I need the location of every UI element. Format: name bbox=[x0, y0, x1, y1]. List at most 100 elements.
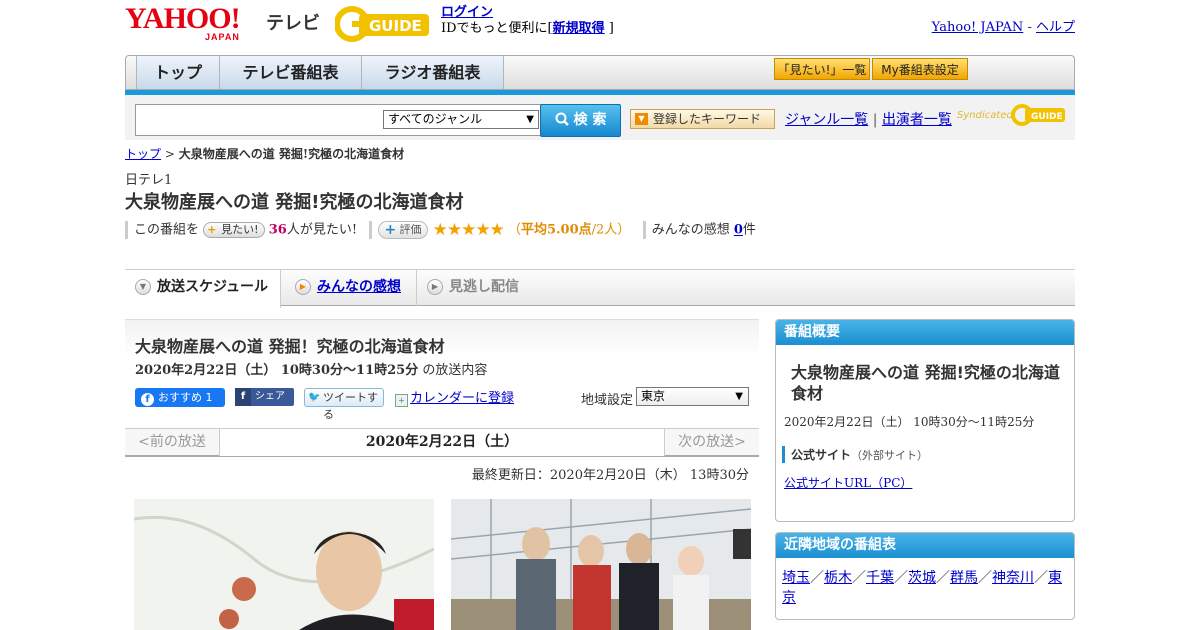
facebook-recommend-button[interactable]: f おすすめ 1 bbox=[135, 388, 225, 407]
next-broadcast-button[interactable]: 次の放送> bbox=[664, 429, 759, 456]
svg-text:GUIDE: GUIDE bbox=[1031, 112, 1063, 122]
tab-catchup[interactable]: ▶ 見逃し配信 bbox=[417, 270, 557, 306]
search-links-separator: | bbox=[872, 112, 878, 128]
yahoo-japan-logo[interactable]: YAHOO! JAPAN bbox=[125, 2, 241, 43]
broadcast-datetime-suffix: の放送内容 bbox=[422, 363, 488, 378]
keyword-button-label: 登録したキーワード bbox=[653, 112, 762, 126]
divider bbox=[369, 221, 373, 239]
region-link-saitama[interactable]: 埼玉 bbox=[782, 570, 810, 586]
official-site-url-link[interactable]: 公式サイトURL（PC） bbox=[784, 476, 912, 490]
nearby-region-links: 埼玉／栃木／千葉／茨城／群馬／神奈川／東京 bbox=[782, 568, 1070, 608]
rating-stars: ★★★★★ bbox=[432, 220, 505, 240]
tab-broadcast-schedule[interactable]: ▼ 放送スケジュール bbox=[125, 270, 281, 308]
rate-button[interactable]: 評価 bbox=[378, 221, 429, 239]
tab-reviews[interactable]: ▶ みんなの感想 bbox=[281, 270, 417, 306]
region-link-gunma[interactable]: 群馬 bbox=[950, 570, 978, 586]
facebook-icon: f bbox=[235, 388, 251, 406]
breadcrumb-separator: > bbox=[164, 147, 175, 161]
facebook-share-button[interactable]: f シェア bbox=[235, 388, 294, 406]
top-links: Yahoo! JAPAN - ヘルプ bbox=[932, 16, 1075, 35]
breadcrumb-top-link[interactable]: トップ bbox=[125, 147, 161, 161]
gguide-logo: GUIDE bbox=[335, 6, 429, 42]
fb-share-label: シェア bbox=[255, 391, 285, 402]
last-updated: 最終更新日：2020年2月20日（木） 13時30分 bbox=[471, 468, 749, 483]
overview-datetime: 2020年2月22日（土） 10時30分～11時25分 bbox=[784, 415, 1035, 429]
nav-tab-top[interactable]: トップ bbox=[136, 56, 220, 89]
date-navigation: <前の放送 2020年2月22日（土） 次の放送> bbox=[125, 428, 759, 457]
kanso-count-link[interactable]: 0 bbox=[734, 223, 743, 238]
divider bbox=[125, 221, 128, 239]
search-button-label: 検 索 bbox=[573, 112, 607, 128]
calendar-register-link[interactable]: カレンダーに登録 bbox=[410, 391, 514, 406]
mitai-button[interactable]: 見たい! bbox=[203, 222, 265, 238]
tab-reviews-link[interactable]: みんなの感想 bbox=[317, 279, 401, 295]
breadcrumb: トップ > 大泉物産展への道 発掘!究極の北海道食材 bbox=[125, 145, 404, 162]
overview-title: 大泉物産展への道 発掘!究極の北海道食材 bbox=[791, 363, 1060, 403]
yahoo-japan-link[interactable]: Yahoo! JAPAN bbox=[932, 20, 1024, 35]
signup-link[interactable]: 新規取得 bbox=[553, 21, 605, 36]
region-separator: ／ bbox=[894, 570, 908, 586]
region-separator: ／ bbox=[852, 570, 866, 586]
mitai-list-button[interactable]: 「見たい!」一覧 bbox=[774, 58, 870, 80]
region-label: 地域設定 bbox=[581, 393, 634, 408]
login-link[interactable]: ログイン bbox=[441, 5, 493, 20]
search-button[interactable]: 検 索 bbox=[540, 104, 621, 137]
kanso-suffix: 件 bbox=[742, 222, 756, 238]
top-links-separator: - bbox=[1027, 20, 1032, 35]
search-bar: すべてのジャンル ▼ 検 索 ▼ 登録したキーワード ジャンル一覧 | 出演者一… bbox=[125, 95, 1075, 140]
genre-select-value: すべてのジャンル bbox=[388, 112, 483, 126]
svg-text:GUIDE: GUIDE bbox=[369, 17, 422, 35]
program-photo-graphic bbox=[451, 499, 751, 630]
region-select[interactable]: 東京 ▼ bbox=[636, 387, 749, 406]
broadcast-title: 大泉物産展への道 発掘！究極の北海道食材 bbox=[135, 337, 445, 356]
region-separator: ／ bbox=[810, 570, 824, 586]
genre-list-link[interactable]: ジャンル一覧 bbox=[785, 112, 868, 128]
cast-list-link[interactable]: 出演者一覧 bbox=[882, 112, 952, 128]
region-link-tochigi[interactable]: 栃木 bbox=[824, 570, 852, 586]
mitai-count: 36 bbox=[268, 222, 287, 238]
current-date: 2020年2月22日（土） bbox=[220, 429, 664, 456]
main-nav: トップ テレビ番組表 ラジオ番組表 「見たい!」一覧 My番組表設定 bbox=[125, 55, 1075, 90]
yahoo-logo-text: YAHOO! bbox=[125, 2, 241, 35]
search-links: ジャンル一覧 | 出演者一覧 bbox=[785, 109, 952, 129]
rating-average: （平均5.00点/2人） bbox=[508, 223, 630, 238]
nav-tab-tv-schedule[interactable]: テレビ番組表 bbox=[220, 56, 362, 89]
region-select-value: 東京 bbox=[641, 389, 666, 403]
content-tabs: ▼ 放送スケジュール ▶ みんなの感想 ▶ 見逃し配信 bbox=[125, 269, 1075, 308]
tab-label: 見逃し配信 bbox=[449, 279, 519, 295]
nearby-regions-box: 近隣地域の番組表 埼玉／栃木／千葉／茨城／群馬／神奈川／東京 bbox=[775, 532, 1075, 620]
rating-avg-people: /2人） bbox=[591, 222, 631, 238]
region-link-ibaraki[interactable]: 茨城 bbox=[908, 570, 936, 586]
broadcast-datetime-value: 2020年2月22日（土） 10時30分～11時25分 bbox=[135, 363, 419, 378]
rating-avg-open: （ bbox=[507, 222, 521, 238]
japan-logo-text: JAPAN bbox=[205, 32, 240, 42]
play-icon: ▶ bbox=[295, 279, 311, 295]
program-photo bbox=[451, 499, 751, 630]
region-separator: ／ bbox=[936, 570, 950, 586]
region-separator: ／ bbox=[1034, 570, 1048, 586]
help-link[interactable]: ヘルプ bbox=[1036, 20, 1075, 35]
prev-broadcast-button[interactable]: <前の放送 bbox=[125, 429, 220, 456]
program-stats: この番組を 見たい! 36人が見たい! 評価 ★★★★★ （平均5.00点/2人… bbox=[125, 220, 756, 240]
genre-select[interactable]: すべてのジャンル ▼ bbox=[383, 110, 539, 129]
region-link-chiba[interactable]: 千葉 bbox=[866, 570, 894, 586]
nearby-header: 近隣地域の番組表 bbox=[776, 533, 1074, 558]
my-schedule-button[interactable]: My番組表設定 bbox=[872, 58, 968, 80]
chevron-down-icon: ▼ bbox=[735, 391, 743, 402]
nav-tab-radio-schedule[interactable]: ラジオ番組表 bbox=[362, 56, 504, 89]
tv-logo-text: テレビ bbox=[266, 13, 320, 34]
tab-label: 放送スケジュール bbox=[157, 279, 269, 295]
mitai-prefix: この番組を bbox=[134, 222, 200, 238]
registered-keyword-button[interactable]: ▼ 登録したキーワード bbox=[630, 109, 775, 129]
broadcast-datetime: 2020年2月22日（土） 10時30分～11時25分 の放送内容 bbox=[135, 359, 487, 378]
region-link-kanagawa[interactable]: 神奈川 bbox=[992, 570, 1034, 586]
official-site-note: （外部サイト） bbox=[851, 449, 929, 462]
official-site-label: 公式サイト bbox=[791, 448, 852, 462]
login-block: ログイン IDでもっと便利に[新規取得 ] bbox=[441, 5, 614, 37]
program-photo bbox=[134, 499, 434, 630]
rating-avg-value: 平均5.00点 bbox=[520, 222, 592, 238]
chevron-down-icon: ▼ bbox=[526, 114, 534, 125]
breadcrumb-current: 大泉物産展への道 発掘!究極の北海道食材 bbox=[178, 147, 405, 161]
tweet-button[interactable]: ツイートする bbox=[304, 388, 384, 421]
divider bbox=[642, 221, 646, 239]
